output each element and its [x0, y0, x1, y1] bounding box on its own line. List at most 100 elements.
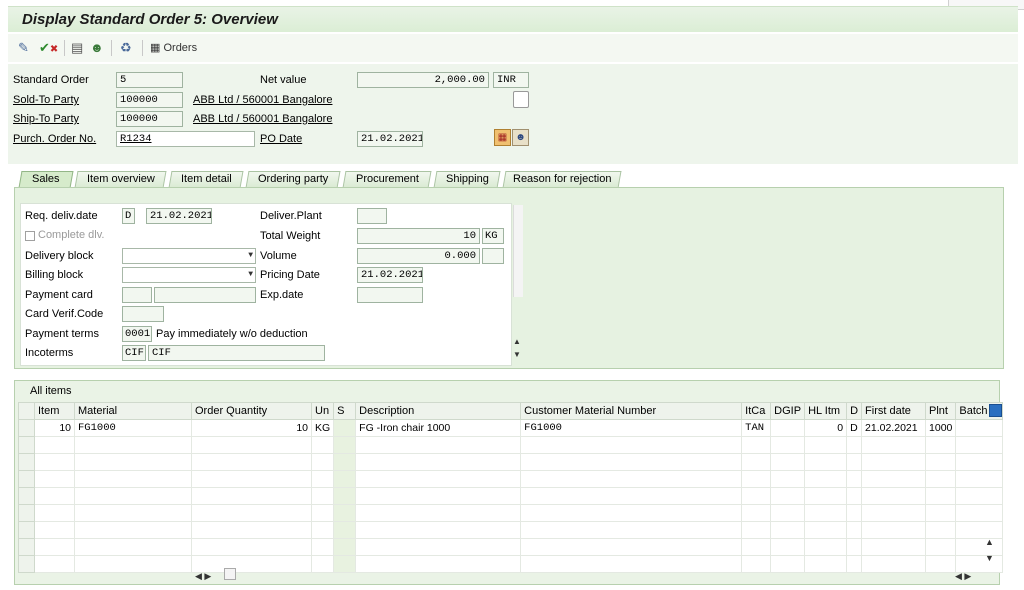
col-itca[interactable]: ItCa: [741, 402, 772, 420]
cell-dgip[interactable]: [770, 453, 806, 471]
cell-unit[interactable]: [310, 487, 335, 505]
cell-unit[interactable]: [310, 504, 335, 522]
table-row[interactable]: [18, 436, 1003, 454]
cell-description[interactable]: [355, 487, 522, 505]
row-selector-header[interactable]: [18, 402, 35, 420]
cell-customer-material-number[interactable]: [520, 487, 743, 505]
cell-s[interactable]: [333, 419, 357, 437]
row-selector[interactable]: [18, 470, 35, 488]
cell-order-quantity[interactable]: [191, 555, 312, 573]
row-selector[interactable]: [18, 436, 35, 454]
cell-hl-itm[interactable]: 0: [804, 419, 848, 437]
ship-to-party-field[interactable]: 100000: [116, 111, 183, 127]
cell-unit[interactable]: [310, 436, 335, 454]
card-verif-code-field[interactable]: [122, 306, 164, 322]
cell-s[interactable]: [333, 504, 357, 522]
cell-dgip[interactable]: [770, 487, 806, 505]
document-flow-icon[interactable]: ♻: [120, 40, 132, 56]
payment-card-type-field[interactable]: [122, 287, 152, 303]
cell-hl-itm[interactable]: [804, 538, 848, 556]
cell-customer-material-number[interactable]: [520, 436, 743, 454]
cell-s[interactable]: [333, 453, 357, 471]
cell-customer-material-number[interactable]: [520, 555, 743, 573]
cell-customer-material-number[interactable]: [520, 521, 743, 539]
req-deliv-date-type-field[interactable]: D: [122, 208, 135, 224]
cell-material[interactable]: FG1000: [74, 419, 192, 437]
cell-description[interactable]: [355, 470, 522, 488]
col-d[interactable]: D: [846, 402, 863, 420]
currency-field[interactable]: INR: [493, 72, 529, 88]
cell-item[interactable]: [34, 538, 75, 556]
table-row[interactable]: [18, 521, 1003, 539]
cell-dgip[interactable]: [770, 538, 806, 556]
col-hl-itm[interactable]: HL Itm: [804, 402, 848, 420]
cell-dgip[interactable]: [770, 419, 806, 437]
cell-first-date[interactable]: [861, 555, 927, 573]
cell-plnt[interactable]: [925, 555, 957, 573]
cell-material[interactable]: [74, 555, 192, 573]
tab-item-detail[interactable]: Item detail: [168, 171, 244, 188]
cell-first-date[interactable]: [861, 538, 927, 556]
cell-hl-itm[interactable]: [804, 504, 848, 522]
cell-plnt[interactable]: [925, 521, 957, 539]
cell-d[interactable]: [846, 538, 863, 556]
cell-hl-itm[interactable]: [804, 453, 848, 471]
cell-order-quantity[interactable]: [191, 453, 312, 471]
cell-hl-itm[interactable]: [804, 487, 848, 505]
cell-description[interactable]: [355, 504, 522, 522]
cell-material[interactable]: [74, 504, 192, 522]
cell-batch[interactable]: [955, 555, 1003, 573]
cell-plnt[interactable]: [925, 504, 957, 522]
header-details-icon[interactable]: ▤: [71, 40, 83, 56]
cell-itca[interactable]: [741, 436, 772, 454]
cell-customer-material-number[interactable]: [520, 504, 743, 522]
row-selector[interactable]: [18, 453, 35, 471]
table-row[interactable]: [18, 487, 1003, 505]
cell-itca[interactable]: TAN: [741, 419, 772, 437]
cell-item[interactable]: [34, 555, 75, 573]
standard-order-field[interactable]: 5: [116, 72, 183, 88]
payment-card-field[interactable]: [154, 287, 256, 303]
pricing-date-field[interactable]: 21.02.2021: [357, 267, 423, 283]
cell-itca[interactable]: [741, 538, 772, 556]
cell-description[interactable]: [355, 521, 522, 539]
cell-batch[interactable]: [955, 436, 1003, 454]
incoterms-text-field[interactable]: CIF: [148, 345, 325, 361]
horizontal-scroll-thumb[interactable]: [224, 568, 236, 580]
cell-batch[interactable]: [955, 538, 1003, 556]
cell-hl-itm[interactable]: [804, 470, 848, 488]
cell-unit[interactable]: KG: [310, 419, 335, 437]
col-description[interactable]: Description: [355, 402, 522, 420]
sold-to-party-field[interactable]: 100000: [116, 92, 183, 108]
cell-s[interactable]: [333, 521, 357, 539]
col-customer-material-number[interactable]: Customer Material Number: [520, 402, 743, 420]
cell-plnt[interactable]: [925, 470, 957, 488]
col-first-date[interactable]: First date: [861, 402, 927, 420]
cell-order-quantity[interactable]: 10: [191, 419, 312, 437]
row-selector[interactable]: [18, 538, 35, 556]
cell-order-quantity[interactable]: [191, 521, 312, 539]
volume-unit-field[interactable]: [482, 248, 504, 264]
cell-order-quantity[interactable]: [191, 470, 312, 488]
po-date-field[interactable]: 21.02.2021: [357, 131, 423, 147]
cell-itca[interactable]: [741, 453, 772, 471]
tab-item-overview[interactable]: Item overview: [74, 171, 167, 188]
sales-scrollbar-thumb[interactable]: [513, 205, 523, 297]
complete-dlv-checkbox[interactable]: [25, 231, 35, 241]
cell-batch[interactable]: [955, 521, 1003, 539]
purch-order-no-field[interactable]: R1234: [116, 131, 255, 147]
cell-dgip[interactable]: [770, 470, 806, 488]
table-row[interactable]: [18, 504, 1003, 522]
partner-icon[interactable]: ☻: [90, 40, 104, 56]
cell-description[interactable]: FG -Iron chair 1000: [355, 419, 522, 437]
cell-d[interactable]: [846, 504, 863, 522]
col-unit[interactable]: Un: [310, 402, 335, 420]
cell-d[interactable]: D: [846, 419, 863, 437]
cell-description[interactable]: [355, 555, 522, 573]
cell-item[interactable]: [34, 470, 75, 488]
table-row[interactable]: 10 FG1000 10 KG FG -Iron chair 1000 FG1000 TAN…: [18, 419, 1003, 437]
billing-block-dropdown[interactable]: ▼: [122, 267, 256, 283]
grid-scroll-down-icon[interactable]: ▼: [985, 553, 994, 563]
cell-batch[interactable]: [955, 419, 1003, 437]
cell-s[interactable]: [333, 538, 357, 556]
